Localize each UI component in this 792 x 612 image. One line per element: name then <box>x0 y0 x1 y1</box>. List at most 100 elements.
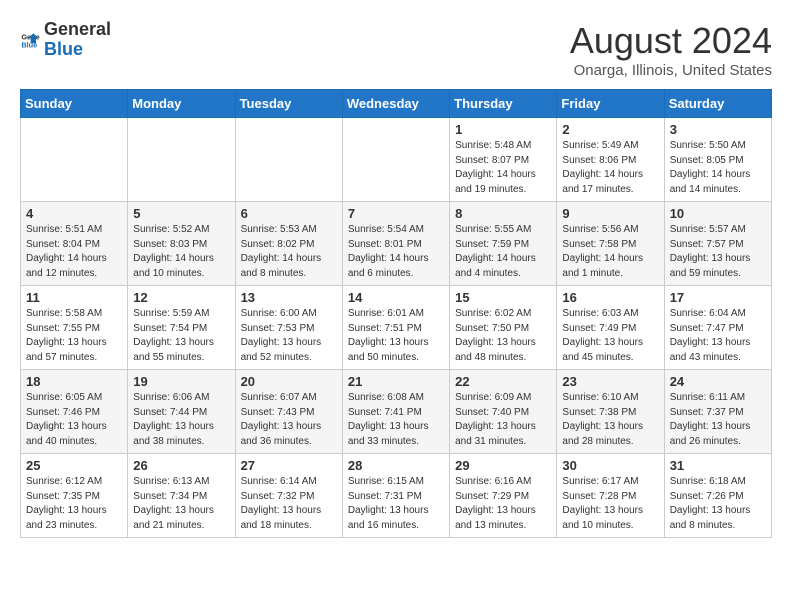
day-number: 21 <box>348 374 444 389</box>
day-number: 16 <box>562 290 658 305</box>
day-number: 30 <box>562 458 658 473</box>
day-number: 5 <box>133 206 229 221</box>
logo-blue-text: Blue <box>44 39 83 59</box>
day-number: 22 <box>455 374 551 389</box>
day-info: Sunrise: 6:11 AM Sunset: 7:37 PM Dayligh… <box>670 391 766 449</box>
day-info: Sunrise: 5:52 AM Sunset: 8:03 PM Dayligh… <box>133 223 229 281</box>
calendar-cell: 24 Sunrise: 6:11 AM Sunset: 7:37 PM Dayli… <box>664 370 771 454</box>
day-info: Sunrise: 6:13 AM Sunset: 7:34 PM Dayligh… <box>133 475 229 533</box>
day-info: Sunrise: 5:48 AM Sunset: 8:07 PM Dayligh… <box>455 139 551 197</box>
day-number: 24 <box>670 374 766 389</box>
day-info: Sunrise: 6:07 AM Sunset: 7:43 PM Dayligh… <box>241 391 337 449</box>
day-number: 19 <box>133 374 229 389</box>
day-number: 29 <box>455 458 551 473</box>
day-number: 13 <box>241 290 337 305</box>
day-number: 12 <box>133 290 229 305</box>
day-number: 17 <box>670 290 766 305</box>
day-info: Sunrise: 6:18 AM Sunset: 7:26 PM Dayligh… <box>670 475 766 533</box>
day-number: 10 <box>670 206 766 221</box>
calendar-cell <box>342 118 449 202</box>
day-info: Sunrise: 6:00 AM Sunset: 7:53 PM Dayligh… <box>241 307 337 365</box>
calendar-week-row: 1 Sunrise: 5:48 AM Sunset: 8:07 PM Daylig… <box>21 118 772 202</box>
calendar-header-row: SundayMondayTuesdayWednesdayThursdayFrid… <box>21 90 772 118</box>
calendar-cell: 4Sunrise: 5:51 AM Sunset: 8:04 PM Daylig… <box>21 202 128 286</box>
calendar-cell: 19 Sunrise: 6:06 AM Sunset: 7:44 PM Dayli… <box>128 370 235 454</box>
main-title: August 2024 <box>570 20 772 62</box>
calendar-cell: 29 Sunrise: 6:16 AM Sunset: 7:29 PM Dayli… <box>450 454 557 538</box>
day-number: 4 <box>26 206 122 221</box>
title-area: August 2024 Onarga, Illinois, United Sta… <box>570 20 772 79</box>
calendar-week-row: 18 Sunrise: 6:05 AM Sunset: 7:46 PM Dayli… <box>21 370 772 454</box>
calendar-cell: 22 Sunrise: 6:09 AM Sunset: 7:40 PM Dayli… <box>450 370 557 454</box>
day-info: Sunrise: 5:50 AM Sunset: 8:05 PM Dayligh… <box>670 139 766 197</box>
day-number: 31 <box>670 458 766 473</box>
day-number: 8 <box>455 206 551 221</box>
calendar-week-row: 4Sunrise: 5:51 AM Sunset: 8:04 PM Daylig… <box>21 202 772 286</box>
day-info: Sunrise: 6:14 AM Sunset: 7:32 PM Dayligh… <box>241 475 337 533</box>
day-info: Sunrise: 6:08 AM Sunset: 7:41 PM Dayligh… <box>348 391 444 449</box>
logo-icon: General Blue <box>20 30 40 50</box>
weekday-header-sunday: Sunday <box>21 90 128 118</box>
day-info: Sunrise: 5:49 AM Sunset: 8:06 PM Dayligh… <box>562 139 658 197</box>
calendar-cell: 21 Sunrise: 6:08 AM Sunset: 7:41 PM Dayli… <box>342 370 449 454</box>
day-number: 7 <box>348 206 444 221</box>
calendar-cell: 12 Sunrise: 5:59 AM Sunset: 7:54 PM Dayli… <box>128 286 235 370</box>
day-number: 28 <box>348 458 444 473</box>
calendar-cell: 1 Sunrise: 5:48 AM Sunset: 8:07 PM Daylig… <box>450 118 557 202</box>
day-number: 23 <box>562 374 658 389</box>
day-info: Sunrise: 6:01 AM Sunset: 7:51 PM Dayligh… <box>348 307 444 365</box>
calendar-cell: 31 Sunrise: 6:18 AM Sunset: 7:26 PM Dayli… <box>664 454 771 538</box>
day-number: 6 <box>241 206 337 221</box>
day-info: Sunrise: 6:17 AM Sunset: 7:28 PM Dayligh… <box>562 475 658 533</box>
logo: General Blue General Blue <box>20 20 111 60</box>
calendar-cell: 8 Sunrise: 5:55 AM Sunset: 7:59 PM Daylig… <box>450 202 557 286</box>
day-number: 9 <box>562 206 658 221</box>
day-info: Sunrise: 6:03 AM Sunset: 7:49 PM Dayligh… <box>562 307 658 365</box>
calendar-cell: 15 Sunrise: 6:02 AM Sunset: 7:50 PM Dayli… <box>450 286 557 370</box>
day-number: 20 <box>241 374 337 389</box>
calendar-week-row: 11Sunrise: 5:58 AM Sunset: 7:55 PM Dayli… <box>21 286 772 370</box>
calendar-week-row: 25Sunrise: 6:12 AM Sunset: 7:35 PM Dayli… <box>21 454 772 538</box>
calendar-cell: 26 Sunrise: 6:13 AM Sunset: 7:34 PM Dayli… <box>128 454 235 538</box>
calendar-cell: 25Sunrise: 6:12 AM Sunset: 7:35 PM Dayli… <box>21 454 128 538</box>
day-info: Sunrise: 6:15 AM Sunset: 7:31 PM Dayligh… <box>348 475 444 533</box>
day-info: Sunrise: 5:54 AM Sunset: 8:01 PM Dayligh… <box>348 223 444 281</box>
calendar-cell <box>128 118 235 202</box>
day-number: 18 <box>26 374 122 389</box>
day-info: Sunrise: 5:55 AM Sunset: 7:59 PM Dayligh… <box>455 223 551 281</box>
calendar-cell: 14 Sunrise: 6:01 AM Sunset: 7:51 PM Dayli… <box>342 286 449 370</box>
page-header: General Blue General Blue August 2024 On… <box>20 20 772 79</box>
day-info: Sunrise: 5:56 AM Sunset: 7:58 PM Dayligh… <box>562 223 658 281</box>
day-number: 26 <box>133 458 229 473</box>
day-info: Sunrise: 6:02 AM Sunset: 7:50 PM Dayligh… <box>455 307 551 365</box>
day-info: Sunrise: 6:10 AM Sunset: 7:38 PM Dayligh… <box>562 391 658 449</box>
day-number: 15 <box>455 290 551 305</box>
calendar-cell: 9 Sunrise: 5:56 AM Sunset: 7:58 PM Daylig… <box>557 202 664 286</box>
day-number: 14 <box>348 290 444 305</box>
day-number: 1 <box>455 122 551 137</box>
calendar-cell: 20 Sunrise: 6:07 AM Sunset: 7:43 PM Dayli… <box>235 370 342 454</box>
calendar-cell: 17 Sunrise: 6:04 AM Sunset: 7:47 PM Dayli… <box>664 286 771 370</box>
calendar-cell: 13 Sunrise: 6:00 AM Sunset: 7:53 PM Dayli… <box>235 286 342 370</box>
weekday-header-wednesday: Wednesday <box>342 90 449 118</box>
weekday-header-tuesday: Tuesday <box>235 90 342 118</box>
day-info: Sunrise: 5:53 AM Sunset: 8:02 PM Dayligh… <box>241 223 337 281</box>
day-info: Sunrise: 5:58 AM Sunset: 7:55 PM Dayligh… <box>26 307 122 365</box>
day-info: Sunrise: 6:05 AM Sunset: 7:46 PM Dayligh… <box>26 391 122 449</box>
calendar-cell: 3 Sunrise: 5:50 AM Sunset: 8:05 PM Daylig… <box>664 118 771 202</box>
day-info: Sunrise: 6:09 AM Sunset: 7:40 PM Dayligh… <box>455 391 551 449</box>
weekday-header-monday: Monday <box>128 90 235 118</box>
day-number: 25 <box>26 458 122 473</box>
day-number: 3 <box>670 122 766 137</box>
calendar-cell: 7 Sunrise: 5:54 AM Sunset: 8:01 PM Daylig… <box>342 202 449 286</box>
calendar-cell <box>235 118 342 202</box>
calendar-cell: 16 Sunrise: 6:03 AM Sunset: 7:49 PM Dayli… <box>557 286 664 370</box>
calendar-cell: 5 Sunrise: 5:52 AM Sunset: 8:03 PM Daylig… <box>128 202 235 286</box>
day-info: Sunrise: 6:16 AM Sunset: 7:29 PM Dayligh… <box>455 475 551 533</box>
location-subtitle: Onarga, Illinois, United States <box>570 62 772 79</box>
calendar-cell: 28 Sunrise: 6:15 AM Sunset: 7:31 PM Dayli… <box>342 454 449 538</box>
day-info: Sunrise: 5:59 AM Sunset: 7:54 PM Dayligh… <box>133 307 229 365</box>
day-info: Sunrise: 6:06 AM Sunset: 7:44 PM Dayligh… <box>133 391 229 449</box>
calendar-table: SundayMondayTuesdayWednesdayThursdayFrid… <box>20 89 772 538</box>
day-info: Sunrise: 6:04 AM Sunset: 7:47 PM Dayligh… <box>670 307 766 365</box>
